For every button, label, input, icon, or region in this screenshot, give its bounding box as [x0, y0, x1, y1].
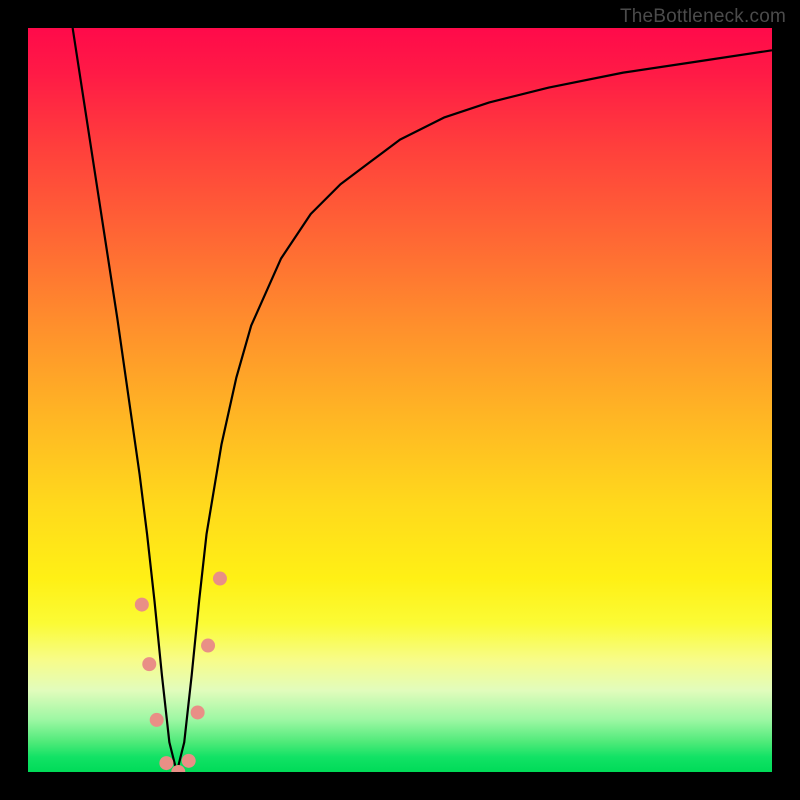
plot-area [28, 28, 772, 772]
chart-svg [28, 28, 772, 772]
chart-frame: TheBottleneck.com [0, 0, 800, 800]
data-marker [150, 713, 164, 727]
marker-group [135, 572, 227, 772]
curve-path [73, 28, 772, 772]
watermark-text: TheBottleneck.com [620, 6, 786, 28]
data-marker [201, 639, 215, 653]
data-marker [213, 572, 227, 586]
curve-line [73, 28, 772, 772]
data-marker [182, 754, 196, 768]
data-marker [171, 765, 185, 772]
data-marker [159, 756, 173, 770]
data-marker [142, 657, 156, 671]
data-marker [135, 598, 149, 612]
data-marker [191, 705, 205, 719]
